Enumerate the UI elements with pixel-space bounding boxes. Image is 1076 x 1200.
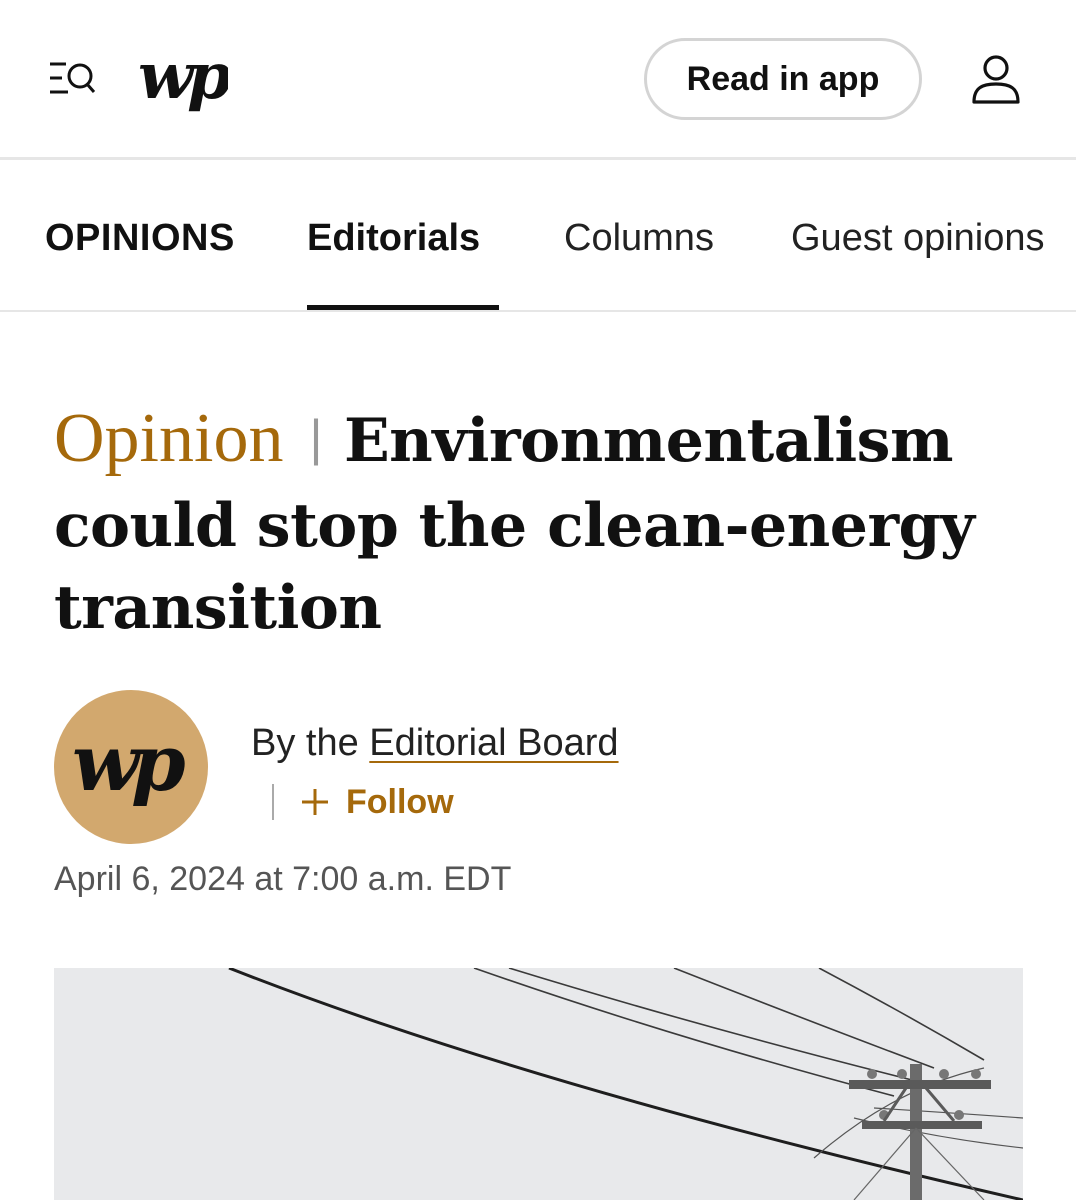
power-lines-graphic — [54, 968, 1023, 1200]
nav-item-columns[interactable]: Columns — [564, 217, 714, 260]
user-icon[interactable] — [968, 54, 1024, 106]
opinion-kicker[interactable]: Opinion — [54, 400, 283, 477]
follow-divider — [272, 784, 274, 820]
top-bar: wp Read in app — [0, 0, 1076, 160]
author-link[interactable]: Editorial Board — [369, 722, 618, 764]
publish-date: April 6, 2024 at 7:00 a.m. EDT — [54, 860, 512, 898]
kicker-separator: | — [309, 410, 322, 466]
nav-item-guest-opinions[interactable]: Guest opinions — [791, 217, 1045, 260]
logo-text: wp — [138, 40, 228, 114]
plus-icon — [302, 789, 328, 815]
avatar-logo-text: wp — [72, 718, 185, 809]
power-lines-photo — [54, 968, 1023, 1200]
follow-label: Follow — [346, 782, 454, 821]
section-nav: OPINIONS Editorials Columns Guest opinio… — [0, 163, 1076, 312]
nav-item-editorials[interactable]: Editorials — [307, 217, 480, 260]
avatar-logo-icon: wp — [72, 718, 193, 809]
follow-button[interactable]: Follow — [300, 783, 454, 822]
article-headline: Opinion | Environmentalism could stop the … — [54, 398, 1044, 649]
follow-row: Follow — [272, 780, 454, 824]
nav-item-opinions[interactable]: OPINIONS — [45, 217, 235, 260]
menu-search-icon[interactable] — [48, 58, 98, 100]
wp-logo[interactable]: wp — [138, 40, 228, 120]
avatar[interactable]: wp — [54, 690, 208, 844]
byline: By the Editorial Board — [251, 722, 619, 765]
byline-prefix: By the — [251, 722, 370, 764]
active-tab-indicator — [307, 305, 499, 310]
read-in-app-button[interactable]: Read in app — [644, 38, 922, 120]
